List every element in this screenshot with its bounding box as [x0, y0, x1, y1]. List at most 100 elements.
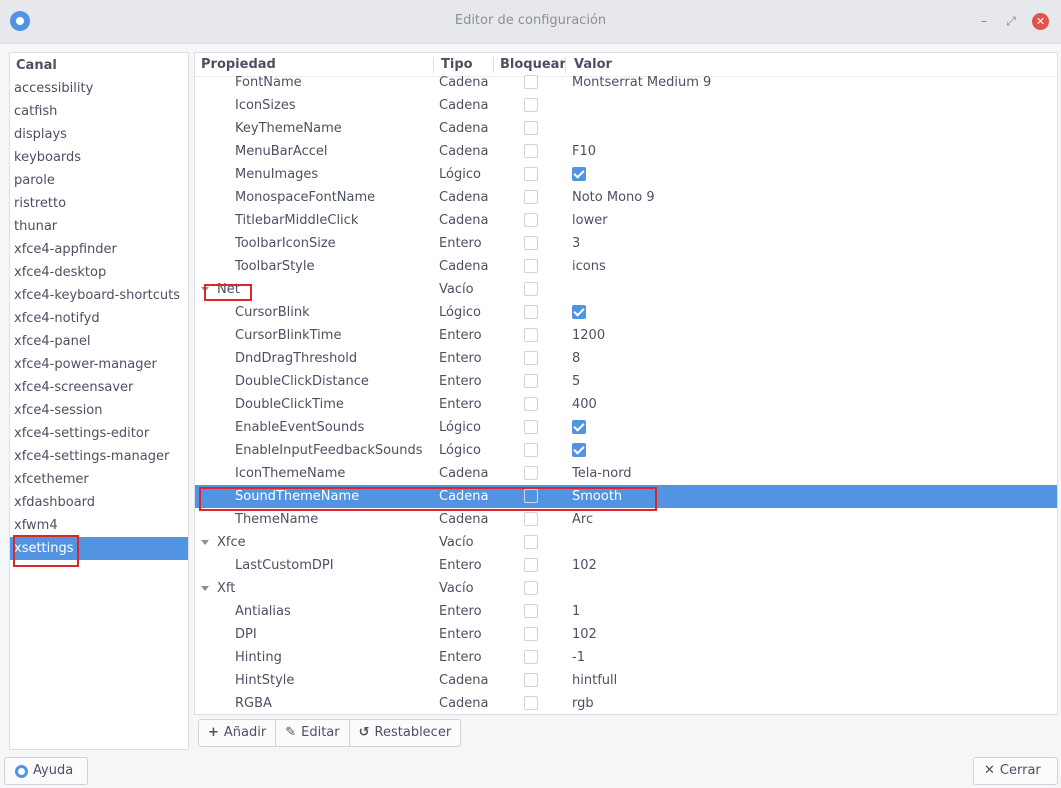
- property-row[interactable]: KeyThemeName Cadena: [195, 117, 1057, 140]
- lock-checkbox[interactable]: [524, 696, 538, 710]
- lock-checkbox[interactable]: [524, 397, 538, 411]
- property-row[interactable]: EnableEventSounds Lógico: [195, 416, 1057, 439]
- reset-button-label: Restablecer: [374, 725, 452, 740]
- add-button[interactable]: + Añadir: [199, 720, 277, 746]
- channel-item-parole[interactable]: parole: [10, 169, 188, 192]
- channel-item-xfce4-notifyd[interactable]: xfce4-notifyd: [10, 307, 188, 330]
- lock-checkbox[interactable]: [524, 167, 538, 181]
- lock-checkbox[interactable]: [524, 627, 538, 641]
- property-row[interactable]: CursorBlinkTime Entero 1200: [195, 324, 1057, 347]
- property-group-row[interactable]: Net Vacío: [195, 278, 1057, 301]
- property-row[interactable]: RGBA Cadena rgb: [195, 692, 1057, 714]
- lock-checkbox[interactable]: [524, 673, 538, 687]
- property-row[interactable]: MenuImages Lógico: [195, 163, 1057, 186]
- maximize-icon[interactable]: ⤢: [1003, 14, 1019, 30]
- lock-checkbox[interactable]: [524, 213, 538, 227]
- property-group-row[interactable]: Xfce Vacío: [195, 531, 1057, 554]
- property-row[interactable]: IconThemeName Cadena Tela-nord: [195, 462, 1057, 485]
- expander-arrow-icon[interactable]: [201, 540, 209, 545]
- channel-item-xfce4-panel[interactable]: xfce4-panel: [10, 330, 188, 353]
- lock-checkbox[interactable]: [524, 236, 538, 250]
- property-row[interactable]: ToolbarStyle Cadena icons: [195, 255, 1057, 278]
- channel-item-ristretto[interactable]: ristretto: [10, 192, 188, 215]
- edit-button[interactable]: ✎ Editar: [276, 720, 350, 746]
- value-checkbox-checked[interactable]: [572, 305, 586, 319]
- channel-item-xfdashboard[interactable]: xfdashboard: [10, 491, 188, 514]
- property-row[interactable]: FontName Cadena Montserrat Medium 9: [195, 71, 1057, 94]
- property-row[interactable]: SoundThemeName Cadena Smooth: [195, 485, 1057, 508]
- property-row[interactable]: MonospaceFontName Cadena Noto Mono 9: [195, 186, 1057, 209]
- close-icon[interactable]: ✕: [1032, 13, 1049, 30]
- channel-item-xsettings[interactable]: xsettings: [10, 537, 188, 560]
- value-checkbox-checked[interactable]: [572, 420, 586, 434]
- lock-checkbox[interactable]: [524, 443, 538, 457]
- lock-checkbox[interactable]: [524, 328, 538, 342]
- close-button[interactable]: ✕ Cerrar: [973, 757, 1058, 785]
- property-row[interactable]: Antialias Entero 1: [195, 600, 1057, 623]
- property-row[interactable]: Hinting Entero -1: [195, 646, 1057, 669]
- channel-item-xfce4-keyboard-shortcuts[interactable]: xfce4-keyboard-shortcuts: [10, 284, 188, 307]
- property-row[interactable]: TitlebarMiddleClick Cadena lower: [195, 209, 1057, 232]
- channel-item-xfwm4[interactable]: xfwm4: [10, 514, 188, 537]
- lock-checkbox[interactable]: [524, 282, 538, 296]
- lock-checkbox[interactable]: [524, 535, 538, 549]
- property-row[interactable]: DoubleClickTime Entero 400: [195, 393, 1057, 416]
- channel-item-xfce4-power-manager[interactable]: xfce4-power-manager: [10, 353, 188, 376]
- channel-item-thunar[interactable]: thunar: [10, 215, 188, 238]
- lock-checkbox[interactable]: [524, 75, 538, 89]
- lock-checkbox[interactable]: [524, 420, 538, 434]
- channel-item-xfce4-appfinder[interactable]: xfce4-appfinder: [10, 238, 188, 261]
- lock-checkbox[interactable]: [524, 650, 538, 664]
- lock-checkbox[interactable]: [524, 190, 538, 204]
- property-row[interactable]: HintStyle Cadena hintfull: [195, 669, 1057, 692]
- expander-arrow-icon[interactable]: [201, 287, 209, 292]
- lock-checkbox[interactable]: [524, 581, 538, 595]
- property-row[interactable]: DoubleClickDistance Entero 5: [195, 370, 1057, 393]
- lock-checkbox[interactable]: [524, 512, 538, 526]
- property-name: Net: [217, 282, 240, 297]
- channel-header[interactable]: Canal: [10, 53, 188, 77]
- channel-item-catfish[interactable]: catfish: [10, 100, 188, 123]
- channel-item-xfce4-session[interactable]: xfce4-session: [10, 399, 188, 422]
- property-row[interactable]: MenuBarAccel Cadena F10: [195, 140, 1057, 163]
- property-row[interactable]: LastCustomDPI Entero 102: [195, 554, 1057, 577]
- minimize-icon[interactable]: –: [976, 14, 992, 30]
- lock-checkbox[interactable]: [524, 351, 538, 365]
- column-header-value[interactable]: Valor: [574, 57, 612, 72]
- channel-item-xfcethemer[interactable]: xfcethemer: [10, 468, 188, 491]
- property-row[interactable]: DndDragThreshold Entero 8: [195, 347, 1057, 370]
- channel-item-xfce4-screensaver[interactable]: xfce4-screensaver: [10, 376, 188, 399]
- lock-checkbox[interactable]: [524, 98, 538, 112]
- property-row[interactable]: IconSizes Cadena: [195, 94, 1057, 117]
- channel-item-displays[interactable]: displays: [10, 123, 188, 146]
- property-row[interactable]: EnableInputFeedbackSounds Lógico: [195, 439, 1057, 462]
- property-row[interactable]: ThemeName Cadena Arc: [195, 508, 1057, 531]
- property-name: EnableEventSounds: [235, 420, 365, 435]
- value-checkbox-checked[interactable]: [572, 167, 586, 181]
- lock-checkbox[interactable]: [524, 604, 538, 618]
- lock-checkbox[interactable]: [524, 144, 538, 158]
- lock-checkbox[interactable]: [524, 489, 538, 503]
- lock-checkbox[interactable]: [524, 466, 538, 480]
- property-row[interactable]: DPI Entero 102: [195, 623, 1057, 646]
- lock-checkbox[interactable]: [524, 259, 538, 273]
- lock-checkbox[interactable]: [524, 121, 538, 135]
- channel-item-accessibility[interactable]: accessibility: [10, 77, 188, 100]
- lock-checkbox[interactable]: [524, 305, 538, 319]
- channel-item-xfce4-settings-manager[interactable]: xfce4-settings-manager: [10, 445, 188, 468]
- column-header-lock[interactable]: Bloquear: [500, 57, 566, 72]
- expander-arrow-icon[interactable]: [201, 586, 209, 591]
- property-row[interactable]: CursorBlink Lógico: [195, 301, 1057, 324]
- property-row[interactable]: ToolbarIconSize Entero 3: [195, 232, 1057, 255]
- lock-checkbox[interactable]: [524, 374, 538, 388]
- value-checkbox-checked[interactable]: [572, 443, 586, 457]
- channel-item-keyboards[interactable]: keyboards: [10, 146, 188, 169]
- column-header-name[interactable]: Propiedad: [201, 57, 276, 72]
- column-header-type[interactable]: Tipo: [441, 57, 473, 72]
- reset-button[interactable]: ↺ Restablecer: [350, 720, 461, 746]
- help-button[interactable]: Ayuda: [4, 757, 88, 785]
- channel-item-xfce4-desktop[interactable]: xfce4-desktop: [10, 261, 188, 284]
- property-group-row[interactable]: Xft Vacío: [195, 577, 1057, 600]
- lock-checkbox[interactable]: [524, 558, 538, 572]
- channel-item-xfce4-settings-editor[interactable]: xfce4-settings-editor: [10, 422, 188, 445]
